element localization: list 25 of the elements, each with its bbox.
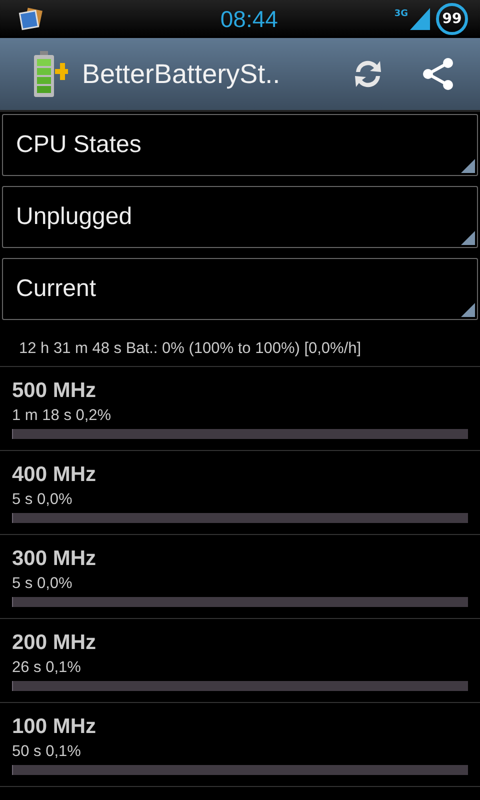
time-share-text: 5 s 0,0% — [12, 575, 74, 593]
frequency-label: 300 MHz — [12, 547, 98, 571]
frequency-label: 400 MHz — [12, 463, 98, 487]
battery-indicator: 99 — [436, 3, 468, 35]
time-share-text: 1 m 18 s 0,2% — [12, 407, 112, 425]
gallery-icon — [18, 7, 44, 31]
dropdown[interactable]: Unplugged — [2, 186, 478, 248]
clock: 08:44 — [219, 6, 279, 32]
dropdown-corner-icon — [461, 303, 475, 317]
time-share-text: 5 s 0,0% — [12, 491, 74, 509]
dropdown[interactable]: CPU States — [2, 114, 478, 176]
signal-icon — [410, 8, 430, 30]
battery-plus-icon — [32, 51, 68, 97]
dropdown-corner-icon — [461, 159, 475, 173]
time-share-text: 26 s 0,1% — [12, 659, 82, 677]
frequency-label: 500 MHz — [12, 379, 98, 403]
share-icon[interactable] — [420, 56, 456, 92]
time-share-text: 50 s 0,1% — [12, 743, 82, 761]
summary-text: 12 h 31 m 48 s Bat.: 0% (100% to 100%) [0,0%/h] — [0, 320, 480, 367]
frequency-label: 200 MHz — [12, 631, 98, 655]
frequency-label: 100 MHz — [12, 715, 98, 739]
app-title: BetterBatterySt.. — [82, 58, 282, 90]
network-type: 3G — [394, 9, 408, 19]
dropdown[interactable]: Current — [2, 258, 478, 320]
dropdown-corner-icon — [461, 231, 475, 245]
